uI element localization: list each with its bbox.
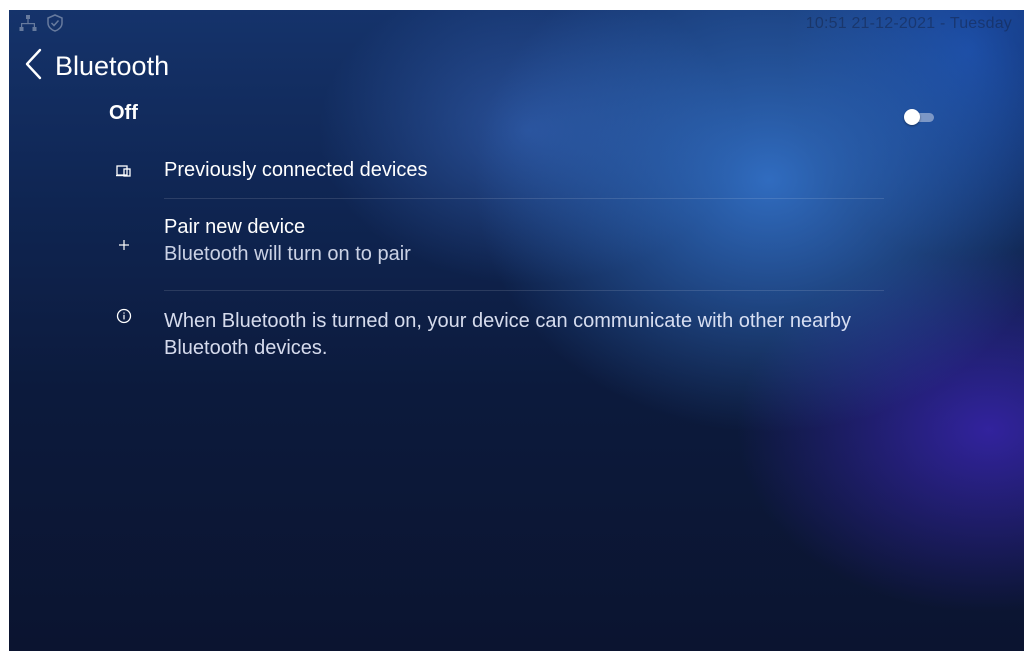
- info-icon: [115, 307, 133, 325]
- previously-connected-devices-item[interactable]: Previously connected devices: [109, 154, 939, 198]
- status-bar: 10:51 21-12-2021 - Tuesday: [9, 10, 1024, 40]
- header: Bluetooth: [21, 44, 169, 88]
- network-icon: [19, 14, 37, 32]
- switch-thumb: [904, 109, 920, 125]
- clock: 10:51 21-12-2021 - Tuesday: [805, 15, 1012, 32]
- bluetooth-switch[interactable]: [904, 109, 936, 125]
- devices-icon: [115, 162, 133, 180]
- pair-new-device-label: Pair new device: [164, 216, 306, 238]
- toggle-state-label: Off: [109, 102, 138, 124]
- bluetooth-toggle-row[interactable]: Off: [109, 102, 949, 125]
- page-title: Bluetooth: [55, 50, 170, 81]
- chevron-left-icon: [24, 48, 44, 85]
- pair-new-device-item[interactable]: Pair new device Bluetooth will turn on t…: [109, 208, 939, 286]
- shield-check-icon: [46, 14, 64, 32]
- bluetooth-info-text: When Bluetooth is turned on, your device…: [164, 310, 852, 359]
- bluetooth-settings-screen: 10:51 21-12-2021 - Tuesday Bluetooth Off: [9, 10, 1024, 651]
- pair-new-device-subtitle: Bluetooth will turn on to pair: [164, 243, 411, 265]
- previously-connected-label: Previously connected devices: [164, 159, 428, 181]
- back-button[interactable]: [21, 48, 47, 84]
- divider: [164, 290, 884, 291]
- divider: [164, 198, 884, 199]
- plus-icon: [115, 236, 133, 254]
